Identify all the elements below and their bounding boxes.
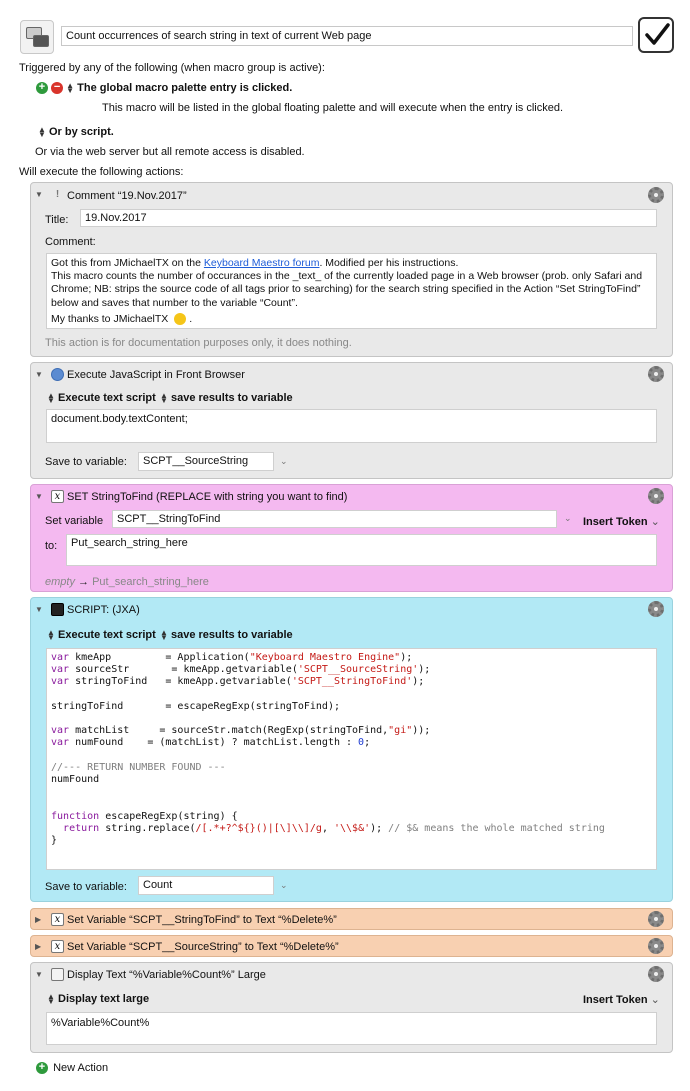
chevron-down-icon[interactable]: ⌄ — [280, 880, 288, 891]
trigger-intro: Triggered by any of the following (when … — [19, 62, 325, 74]
disclosure-triangle-icon[interactable]: ▼ — [35, 970, 43, 979]
variable-name-field[interactable]: SCPT__StringToFind — [112, 510, 557, 528]
display-window-icon — [51, 968, 64, 981]
checkmark-icon — [645, 23, 670, 45]
disclosure-triangle-icon[interactable]: ▼ — [35, 605, 43, 614]
insert-token-menu[interactable]: Insert Token ⌄ — [583, 993, 660, 1006]
set-variable-label: Set variable — [45, 515, 104, 527]
gear-icon[interactable] — [648, 601, 664, 617]
up-down-selector-icon[interactable]: ▲ ▼ — [66, 82, 74, 95]
forum-link[interactable]: Keyboard Maestro forum — [204, 257, 320, 269]
chevron-down-icon[interactable]: ⌄ — [280, 456, 288, 467]
disclosure-triangle-collapsed-icon[interactable]: ▶ — [35, 942, 41, 951]
execute-jxa-script-action[interactable]: ▼ SCRIPT: (JXA) ▲ ▼ Execute text script ▲ ▼… — [30, 597, 673, 902]
disclosure-triangle-icon[interactable]: ▼ — [35, 370, 43, 379]
actions-heading: Will execute the following actions: — [19, 166, 184, 178]
save-variable-field[interactable]: Count — [138, 876, 274, 895]
results-option-popup[interactable]: ▲ ▼ save results to variable — [160, 392, 293, 405]
variable-value-field[interactable]: Put_search_string_here — [66, 534, 657, 566]
script-trigger-row[interactable]: ▲ ▼ Or by script. — [38, 126, 114, 139]
disclosure-triangle-icon[interactable]: ▼ — [35, 190, 43, 199]
comment-line-3: My thanks to JMichaelTX . — [51, 312, 193, 326]
palette-trigger-label[interactable]: The global macro palette entry is clicke… — [77, 82, 292, 94]
variable-x-icon: x — [51, 913, 64, 926]
action-title[interactable]: Comment “19.Nov.2017” — [67, 190, 187, 202]
value-preview: empty → Put_search_string_here — [45, 576, 209, 588]
action-title[interactable]: Execute JavaScript in Front Browser — [67, 369, 245, 381]
display-text-field[interactable]: %Variable%Count% — [46, 1012, 657, 1045]
palette-trigger-description: This macro will be listed in the global … — [102, 102, 564, 114]
save-variable-label: Save to variable: — [45, 456, 127, 468]
disclosure-triangle-icon[interactable]: ▼ — [35, 492, 43, 501]
up-down-selector-icon[interactable]: ▲ ▼ — [38, 126, 46, 139]
comment-label: Comment: — [45, 236, 96, 248]
action-title[interactable]: SET StringToFind (REPLACE with string yo… — [67, 491, 347, 503]
documentation-note: This action is for documentation purpose… — [45, 337, 352, 349]
gear-icon[interactable] — [648, 187, 664, 203]
jxa-script-text-area[interactable]: var kmeApp = Application("Keyboard Maest… — [46, 648, 657, 870]
add-trigger-icon[interactable]: + — [36, 82, 48, 95]
action-title[interactable]: Set Variable “SCPT__SourceString” to Tex… — [67, 941, 339, 953]
web-server-trigger: Or via the web server but all remote acc… — [35, 146, 305, 158]
execute-javascript-action[interactable]: ▼ Execute JavaScript in Front Browser ▲ ▼… — [30, 362, 673, 479]
to-label: to: — [45, 540, 58, 552]
display-option-popup[interactable]: ▲ ▼ Display text large — [47, 993, 149, 1006]
comment-line-2: This macro counts the number of occuranc… — [51, 270, 643, 309]
javascript-text-area[interactable]: document.body.textContent; — [46, 409, 657, 443]
remove-trigger-icon[interactable]: − — [51, 82, 64, 95]
save-variable-field[interactable]: SCPT__SourceString — [138, 452, 274, 471]
new-action-label: New Action — [53, 1062, 109, 1074]
set-variable-action[interactable]: ▼ x SET StringToFind (REPLACE with strin… — [30, 484, 673, 592]
comment-text-area[interactable]: Got this from JMichaelTX on the Keyboard… — [46, 253, 657, 329]
smile-emoji-icon — [174, 313, 187, 326]
variable-x-icon: x — [51, 940, 64, 953]
gear-icon[interactable] — [648, 488, 664, 504]
action-title[interactable]: Display Text “%Variable%Count%” Large — [67, 969, 266, 981]
window-icon-front — [33, 35, 49, 47]
comment-action[interactable]: ▼ ! Comment “19.Nov.2017” Title: 19.Nov.… — [30, 182, 673, 357]
display-text-action[interactable]: ▼ Display Text “%Variable%Count%” Large … — [30, 962, 673, 1053]
results-option-popup[interactable]: ▲ ▼ save results to variable — [160, 629, 293, 642]
macro-enabled-checkbox[interactable] — [638, 17, 674, 53]
macro-icon[interactable] — [20, 20, 54, 54]
action-title[interactable]: Set Variable “SCPT__StringToFind” to Tex… — [67, 914, 337, 926]
gear-icon[interactable] — [648, 911, 664, 927]
action-title[interactable]: SCRIPT: (JXA) — [67, 604, 140, 616]
delete-string-to-find-action[interactable]: ▶ x Set Variable “SCPT__StringToFind” to… — [30, 908, 673, 930]
palette-trigger-row: + − ▲ ▼ The global macro palette entry is … — [36, 82, 292, 95]
comment-title-field[interactable]: 19.Nov.2017 — [80, 209, 657, 227]
gear-icon[interactable] — [648, 366, 664, 382]
chevron-down-icon[interactable]: ⌄ — [564, 513, 572, 524]
execute-option-popup[interactable]: ▲ ▼ Execute text script — [47, 629, 156, 642]
terminal-icon — [51, 603, 64, 616]
gear-icon[interactable] — [648, 966, 664, 982]
execute-option-popup[interactable]: ▲ ▼ Execute text script — [47, 392, 156, 405]
insert-token-menu[interactable]: Insert Token ⌄ — [583, 515, 660, 528]
script-trigger-label[interactable]: Or by script. — [49, 126, 114, 138]
browser-globe-icon — [51, 368, 64, 381]
comment-icon: ! — [55, 189, 60, 200]
gear-icon[interactable] — [648, 938, 664, 954]
title-label: Title: — [45, 214, 69, 226]
save-variable-label: Save to variable: — [45, 881, 127, 893]
disclosure-triangle-collapsed-icon[interactable]: ▶ — [35, 915, 41, 924]
comment-line-1: Got this from JMichaelTX on the Keyboard… — [51, 257, 459, 269]
macro-name-field[interactable]: Count occurrences of search string in te… — [61, 26, 633, 46]
new-action-button[interactable]: + New Action — [36, 1062, 109, 1075]
delete-source-string-action[interactable]: ▶ x Set Variable “SCPT__SourceString” to… — [30, 935, 673, 957]
add-icon: + — [36, 1062, 48, 1075]
variable-x-icon: x — [51, 490, 64, 503]
